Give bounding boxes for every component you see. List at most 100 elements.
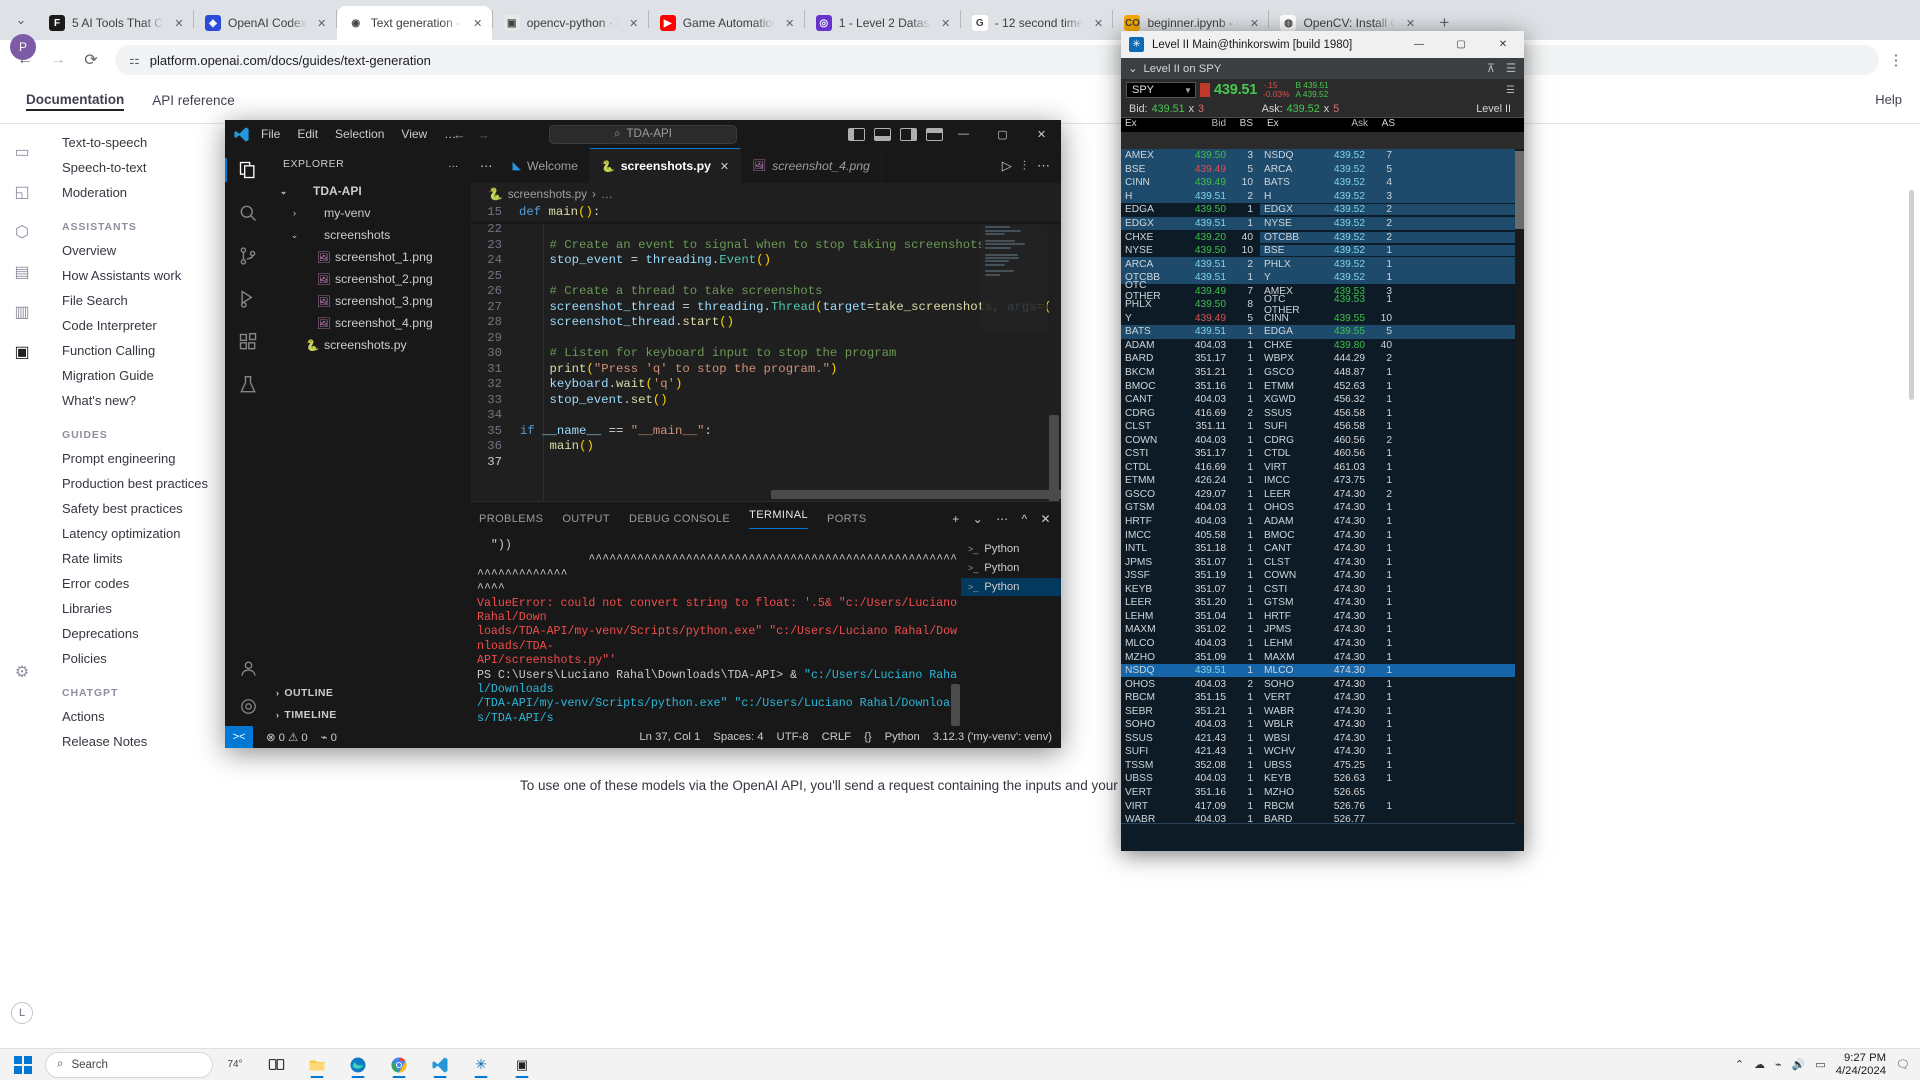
editor-vertical-scrollbar[interactable] [1049,415,1059,501]
usage-icon[interactable]: ▥ [11,302,33,322]
terminal-session-item[interactable]: >_ Python [961,559,1061,577]
search-icon[interactable] [236,201,260,225]
sidebar-item[interactable]: Prompt engineering [52,446,252,471]
level-ii-row[interactable]: BKCM 351.21 1 GSCO 448.87 1 [1121,366,1524,380]
symbol-chevron-down-icon[interactable]: ▼ [1181,86,1195,95]
nav-api-reference[interactable]: API reference [152,93,235,110]
level-ii-row[interactable]: GTSM 404.03 1 OHOS 474.30 1 [1121,501,1524,515]
editor-more-actions-icon[interactable]: ⋯ [1037,158,1050,174]
level-ii-row[interactable]: CHXE 439.20 40 OTCBB 439.52 2 [1121,230,1524,244]
menu-edit[interactable]: Edit [290,125,325,143]
browser-tab[interactable]: ◉ Text generation - Op ✕ [336,6,492,40]
sidebar-item[interactable]: Migration Guide [52,363,252,388]
col-ask[interactable]: Ask [1311,118,1373,132]
browser-tab[interactable]: G - 12 second time ✕ [961,6,1113,40]
browser-menu-icon[interactable]: ⋮ [1882,46,1910,74]
page-scrollbar[interactable] [1909,190,1914,400]
sidebar-item[interactable]: Rate limits [52,546,252,571]
level-ii-row[interactable]: GSCO 429.07 1 LEER 474.30 2 [1121,488,1524,502]
run-python-file-icon[interactable]: ▷ [1002,158,1012,174]
level-ii-row[interactable]: ARCA 439.51 2 PHLX 439.52 1 [1121,257,1524,271]
file-tree-row[interactable]: 🐍 screenshots.py [271,334,471,356]
level-ii-row[interactable]: EDGX 439.51 1 NYSE 439.52 2 [1121,216,1524,231]
line-endings[interactable]: CRLF [822,731,852,743]
tab-close-icon[interactable]: ✕ [1246,15,1262,31]
chevron-down-icon[interactable]: ⌄ [288,230,301,241]
taskbar-clock[interactable]: 9:27 PM 4/24/2024 [1836,1052,1886,1078]
level-ii-row[interactable]: LEER 351.20 1 GTSM 474.30 1 [1121,596,1524,610]
sidebar-item[interactable]: Deprecations [52,621,252,646]
network-icon[interactable]: ⌁ [1775,1058,1782,1071]
language-mode[interactable]: Python [885,731,920,743]
level-ii-row[interactable]: MLCO 404.03 1 LEHM 474.30 1 [1121,637,1524,651]
file-tree-row[interactable]: ⌄ TDA-API [271,180,471,202]
sidebar-item[interactable]: Overview [52,238,252,263]
level-ii-row[interactable]: INTL 351.18 1 CANT 474.30 1 [1121,542,1524,556]
chat-icon[interactable]: ▭ [11,142,33,162]
level-ii-row[interactable]: JPMS 351.07 1 CLST 474.30 1 [1121,555,1524,569]
level-ii-row[interactable]: VIRT 417.09 1 RBCM 526.76 1 [1121,799,1524,813]
level-ii-row[interactable]: BATS 439.51 1 EDGA 439.55 5 [1121,325,1524,339]
level-ii-row[interactable]: NSDQ 439.51 1 MLCO 474.30 1 [1121,663,1524,678]
sidebar-item[interactable]: Production best practices [52,471,252,496]
sidebar-item[interactable]: Libraries [52,596,252,621]
forward-button[interactable]: → [43,45,73,75]
editor-tabs-overflow-icon[interactable]: ⋯ [471,148,502,183]
explorer-icon[interactable] [236,158,260,182]
browser-tab[interactable]: ▣ opencv-python · PyP ✕ [493,6,648,40]
notifications-icon[interactable]: 🗨 [1896,1058,1910,1071]
level-ii-row[interactable]: AMEX 439.50 3 NSDQ 439.52 7 [1121,149,1524,163]
level-ii-row[interactable]: OHOS 404.03 2 SOHO 474.30 1 [1121,677,1524,691]
editor-tab[interactable]: 🖼 screenshot_4.png [741,148,882,183]
breadcrumb-symbol[interactable]: … [601,187,613,201]
level-ii-row[interactable]: PHLX 439.50 8 OTC OTHER 439.53 1 [1121,294,1524,316]
vscode-button[interactable] [421,1051,459,1079]
nav-documentation[interactable]: Documentation [26,92,125,111]
browser-tab[interactable]: ◎ 1 - Level 2 Datase ✕ [805,6,960,40]
accounts-icon[interactable] [236,656,260,680]
level-ii-row[interactable]: RBCM 351.15 1 VERT 474.30 1 [1121,691,1524,705]
browser-tab[interactable]: ▶ Game Automation w ✕ [649,6,804,40]
file-tree-row[interactable]: ⌄ screenshots [271,224,471,246]
editor-tab-close-icon[interactable]: ✕ [720,160,729,173]
level-ii-row[interactable]: VERT 351.16 1 MZHO 526.65 [1121,786,1524,800]
level-ii-row[interactable]: NYSE 439.50 10 BSE 439.52 1 [1121,244,1524,258]
browser-tab[interactable]: ◈ OpenAI Codex ✕ [194,6,336,40]
panel-tab[interactable]: TERMINAL [749,509,808,529]
assistants-icon[interactable]: ⬡ [11,222,33,242]
tab-close-icon[interactable]: ✕ [1090,15,1106,31]
col-ex-bid[interactable]: Ex [1121,118,1169,132]
tab-close-icon[interactable]: ✕ [470,15,486,31]
level-ii-row[interactable]: MAXM 351.02 1 JPMS 474.30 1 [1121,623,1524,637]
widgets-button[interactable]: 74° [216,1051,254,1079]
sidebar-item[interactable]: Error codes [52,571,252,596]
encoding[interactable]: UTF-8 [777,731,809,743]
tab-close-icon[interactable]: ✕ [1402,15,1418,31]
panel-tab[interactable]: DEBUG CONSOLE [629,513,730,525]
level-ii-row[interactable]: HRTF 404.03 1 ADAM 474.30 1 [1121,515,1524,529]
sidebar-item[interactable]: How Assistants work [52,263,252,288]
level-ii-table[interactable]: AMEX 439.50 3 NSDQ 439.52 7 BSE 439.49 5 ARCA 439.… [1121,149,1524,851]
terminal-button[interactable]: ▣ [503,1051,541,1079]
sidebar-item[interactable]: Release Notes [52,729,252,754]
level-ii-row[interactable]: CTDL 416.69 1 VIRT 461.03 1 [1121,461,1524,475]
account-avatar[interactable]: L [11,1002,33,1024]
toggle-secondary-sidebar-icon[interactable] [900,127,917,141]
taskbar-search[interactable]: ⌕ Search [45,1051,213,1078]
testing-icon[interactable] [236,373,260,397]
sidebar-item[interactable]: Code Interpreter [52,313,252,338]
editor-tab[interactable]: 🐍 screenshots.py ✕ [590,148,742,183]
level-ii-row[interactable]: CANT 404.03 1 XGWD 456.32 1 [1121,393,1524,407]
file-tree-row[interactable]: 🖼 screenshot_2.png [271,268,471,290]
python-interpreter[interactable]: 3.12.3 ('my-venv': venv) [933,731,1052,743]
ports-indicator[interactable]: ⌁ 0 [321,731,337,744]
source-control-icon[interactable] [236,244,260,268]
sidebar-item[interactable]: What's new? [52,388,252,413]
toggle-primary-sidebar-icon[interactable] [848,127,865,141]
level-ii-row[interactable]: TSSM 352.08 1 UBSS 475.25 1 [1121,759,1524,773]
file-explorer-button[interactable] [298,1051,336,1079]
volume-icon[interactable]: 🔊 [1792,1058,1806,1071]
docs-icon[interactable]: ▣ [11,342,33,362]
sidebar-item[interactable]: Text-to-speech [52,130,252,155]
menu-selection[interactable]: Selection [328,125,391,143]
